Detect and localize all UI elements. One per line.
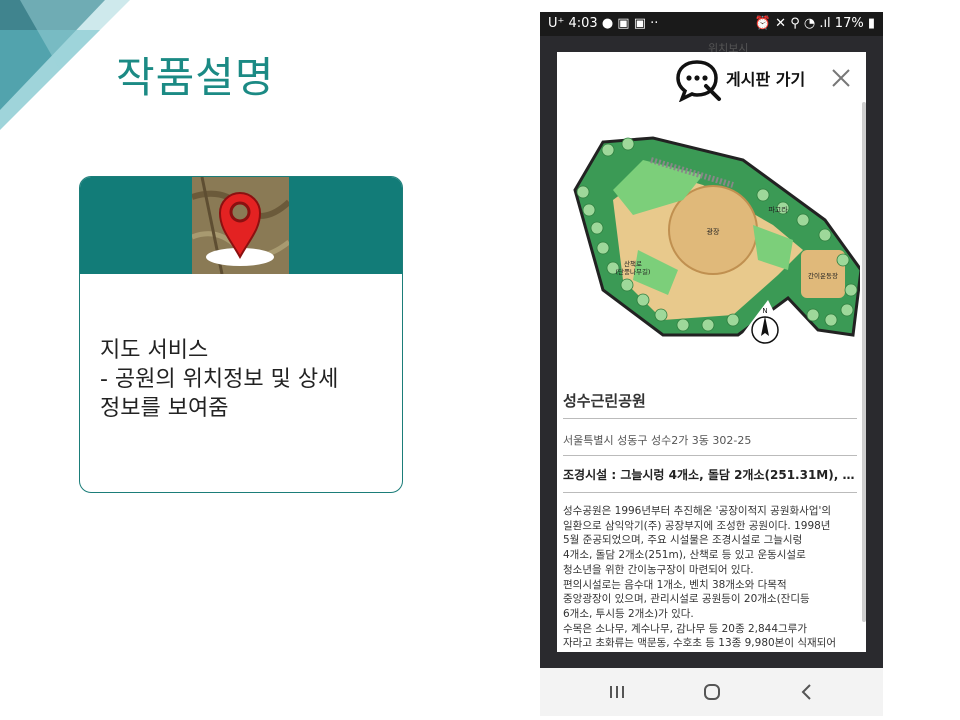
- board-link[interactable]: 게시판 가기: [726, 66, 805, 90]
- card-line-3: 정보를 보여줌: [100, 396, 229, 421]
- android-nav-bar: [540, 668, 883, 716]
- description-line: 수목은 소나무, 계수나무, 감나무 등 20종 2,844그루가: [563, 622, 808, 635]
- description-line: 자라고 초화류는 맥문동, 수호초 등 13종 9,980본이 식재되어: [563, 637, 836, 650]
- phone-screenshot: U⁺ 4:03 ● ▣ ▣ ·· ⏰ ✕ ⚲ ◔ .ıl 17% ▮ 위치보시 …: [540, 12, 883, 716]
- map-label-sports: 간이운동장: [808, 271, 838, 280]
- map-compass-north: N: [762, 307, 767, 315]
- status-right: ⏰ ✕ ⚲ ◔ .ıl 17% ▮: [754, 16, 875, 31]
- map-label-pergola: 파고라: [768, 205, 788, 214]
- description-line: 청소년을 위한 간이농구장이 마련되어 있다.: [563, 563, 754, 576]
- status-left: U⁺ 4:03 ● ▣ ▣ ··: [548, 16, 659, 31]
- map-label-walkway-1: 산책로: [624, 259, 642, 268]
- divider: [563, 418, 857, 419]
- description-line: 중앙광장이 있으며, 관리시설로 공원등이 20개소(잔디등: [563, 593, 810, 606]
- scrollbar[interactable]: [862, 102, 866, 622]
- map-label-walkway-2: (단풍나무길): [616, 267, 651, 276]
- description-line: 5월 준공되었으며, 주요 시설물은 조경시설로 그늘시렁: [563, 534, 803, 547]
- card-body: 지도 서비스 - 공원의 위치정보 및 상세 정보를 보여줌: [80, 274, 402, 423]
- divider: [563, 492, 857, 493]
- park-description: 성수공원은 1996년부터 추진해온 '공장이적지 공원화사업'의 일환으로 삼…: [563, 504, 859, 651]
- description-line: 일환으로 삼익악기(주) 공장부지에 조성한 공원이다. 1998년: [563, 519, 831, 532]
- back-icon[interactable]: [792, 680, 822, 704]
- park-map-image: 광장 파고라 산책로 (단풍나무길) 간이운동장 N: [563, 130, 860, 362]
- corner-decoration: [0, 0, 130, 130]
- recent-apps-icon[interactable]: [602, 680, 632, 704]
- card-header: [80, 177, 402, 274]
- description-line: 성수공원은 1996년부터 추진해온 '공장이적지 공원화사업'의: [563, 505, 832, 517]
- slide-title: 작품설명: [116, 53, 275, 102]
- park-info-dialog: 게시판 가기 광장 파고라 산책로 (단풍나무길) 간이운동장 N 성수근린공원…: [557, 52, 866, 652]
- dialog-header: 게시판 가기: [557, 52, 866, 114]
- card-line-1: 지도 서비스: [100, 338, 209, 363]
- map-label-plaza: 광장: [707, 227, 720, 236]
- close-icon[interactable]: [829, 66, 853, 90]
- description-line: 편의시설로는 음수대 1개소, 벤치 38개소와 다목적: [563, 578, 787, 591]
- description-line: 6개소, 투시등 2개소)가 있다.: [563, 607, 694, 620]
- divider: [563, 455, 857, 456]
- park-name: 성수근린공원: [563, 392, 646, 410]
- description-line: 4개소, 돌담 2개소(251m), 산책로 등 있고 운동시설로: [563, 549, 806, 562]
- card-line-2: - 공원의 위치정보 및 상세: [100, 367, 339, 392]
- status-bar: U⁺ 4:03 ● ▣ ▣ ·· ⏰ ✕ ⚲ ◔ .ıl 17% ▮: [540, 12, 883, 36]
- feature-card: 지도 서비스 - 공원의 위치정보 및 상세 정보를 보여줌: [79, 176, 403, 493]
- park-facilities: 조경시설 : 그늘시렁 4개소, 돌담 2개소(251.31M), 돌...: [563, 468, 857, 482]
- chat-bubble-icon[interactable]: [675, 58, 723, 102]
- home-icon[interactable]: [697, 680, 727, 704]
- location-pin-icon: [192, 177, 289, 274]
- park-address: 서울특별시 성동구 성수2가 3동 302-25: [563, 434, 752, 447]
